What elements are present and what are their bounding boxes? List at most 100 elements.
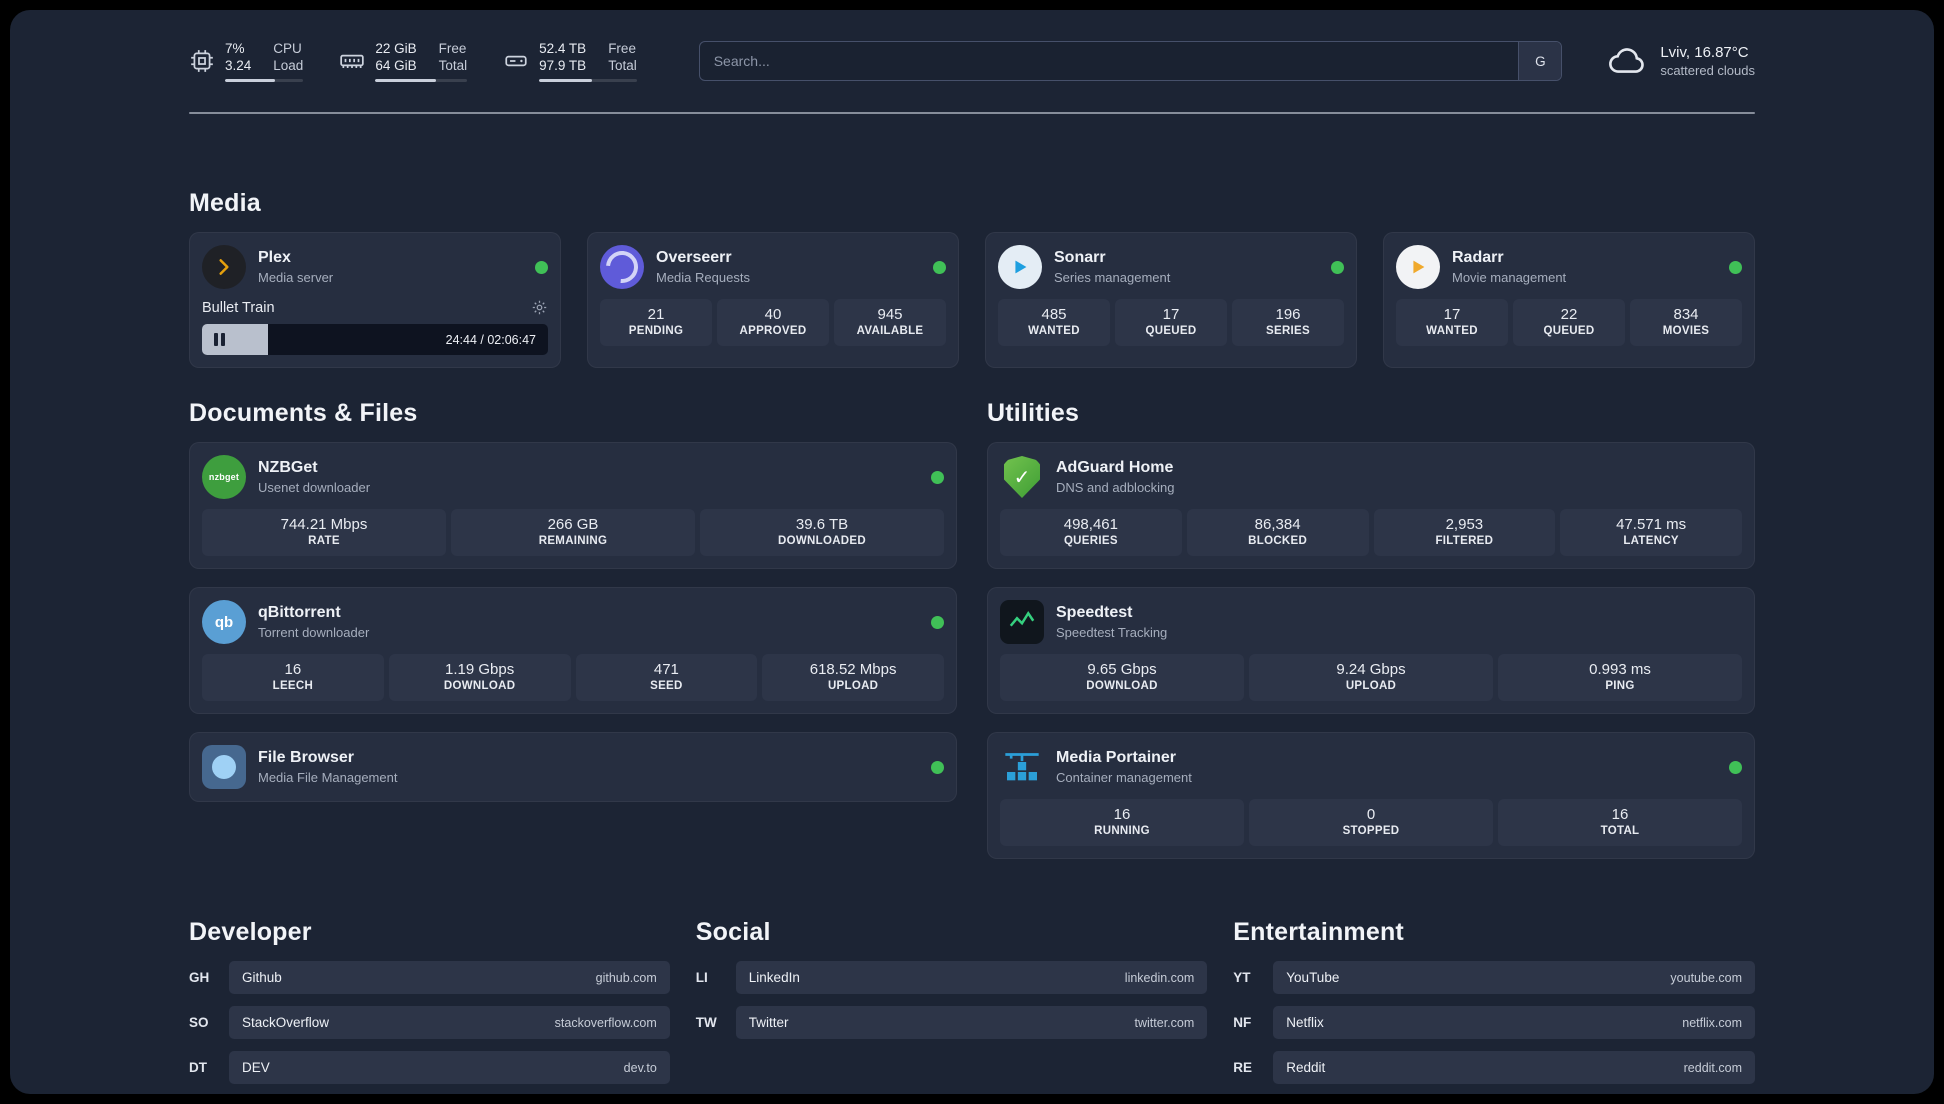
section-title-utilities: Utilities <box>987 399 1080 427</box>
stat-label: SERIES <box>1266 325 1310 337</box>
stat-label: PING <box>1605 680 1635 692</box>
stat-value: 1.19 Gbps <box>445 661 515 678</box>
stat-value: 0.993 ms <box>1589 661 1651 678</box>
pause-button[interactable] <box>214 333 225 346</box>
app-card-adguard: ✓ AdGuard Home DNS and adblocking 498,46… <box>987 442 1755 569</box>
section-media: Media Plex Media server Bullet Train 24:… <box>189 186 1755 368</box>
app-link-overseerr[interactable]: Overseerr Media Requests <box>600 245 946 289</box>
app-subtitle: Series management <box>1054 270 1171 285</box>
status-dot <box>931 615 944 629</box>
app-link-radarr[interactable]: Radarr Movie management <box>1396 245 1742 289</box>
bookmark-group-developer: Developer GH Github github.com SO StackO… <box>189 915 670 1094</box>
app-card-plex: Plex Media server Bullet Train 24:44 / 0… <box>189 232 561 368</box>
status-dot <box>1331 260 1344 274</box>
bookmark-dev[interactable]: DT DEV dev.to <box>189 1051 670 1084</box>
bookmark-github[interactable]: GH Github github.com <box>189 961 670 994</box>
bookmark-url: youtube.com <box>1670 970 1742 985</box>
app-subtitle: Movie management <box>1452 270 1567 285</box>
stat-pending: 21 PENDING <box>600 299 712 346</box>
stat-leech: 16 LEECH <box>202 654 384 701</box>
seek-bar[interactable]: 24:44 / 02:06:47 <box>202 324 548 355</box>
bookmark-abbr: DT <box>189 1060 207 1075</box>
ram-free-value: 22 GiB <box>375 41 417 56</box>
ram-progress-bar <box>375 79 468 82</box>
app-subtitle: Container management <box>1056 770 1192 785</box>
bookmark-abbr: YT <box>1233 970 1251 985</box>
search-engine-button[interactable]: G <box>1518 42 1562 80</box>
stat-queued: 17 QUEUED <box>1115 299 1227 346</box>
stat-label: LATENCY <box>1623 535 1679 547</box>
app-name: Speedtest <box>1056 604 1133 621</box>
bookmark-url: stackoverflow.com <box>554 1015 657 1030</box>
disk-progress-bar <box>539 79 637 82</box>
gear-icon[interactable] <box>531 299 548 316</box>
bookmark-name: Netflix <box>1286 1015 1324 1030</box>
bookmark-pill: Reddit reddit.com <box>1273 1051 1755 1084</box>
bookmark-twitter[interactable]: TW Twitter twitter.com <box>696 1006 1208 1039</box>
dashboard-root: 7% 3.24 CPU Load 22 GiB 64 GiB Free Tota… <box>10 10 1934 1094</box>
stat-label: BLOCKED <box>1248 535 1308 547</box>
app-name: File Browser <box>258 749 355 766</box>
app-subtitle: Speedtest Tracking <box>1056 625 1168 640</box>
app-link-plex[interactable]: Plex Media server <box>202 245 548 289</box>
stat-label: AVAILABLE <box>856 325 924 337</box>
section-title-entertainment: Entertainment <box>1233 918 1404 946</box>
stat-rate: 744.21 Mbps RATE <box>202 509 446 556</box>
stat-label: TOTAL <box>1600 825 1640 837</box>
stat-download: 9.65 Gbps DOWNLOAD <box>1000 654 1244 701</box>
weather-widget: Lviv, 16.87°C scattered clouds <box>1606 40 1755 82</box>
app-link-filebrowser[interactable]: File Browser Media File Management <box>202 745 944 789</box>
app-link-speedtest[interactable]: Speedtest Speedtest Tracking <box>1000 600 1742 644</box>
weather-location: Lviv, 16.87°C <box>1660 44 1749 61</box>
status-dot <box>1729 260 1742 274</box>
bookmark-stackoverflow[interactable]: SO StackOverflow stackoverflow.com <box>189 1006 670 1039</box>
stat-remaining: 266 GB REMAINING <box>451 509 695 556</box>
app-card-filebrowser: File Browser Media File Management <box>189 732 957 802</box>
app-subtitle: DNS and adblocking <box>1056 480 1175 495</box>
bookmark-youtube[interactable]: YT YouTube youtube.com <box>1233 961 1755 994</box>
app-link-nzbget[interactable]: nzbget NZBGet Usenet downloader <box>202 455 944 499</box>
app-subtitle: Media File Management <box>258 770 398 785</box>
stat-label: MOVIES <box>1662 325 1710 337</box>
stat-value: 21 <box>647 306 665 323</box>
app-link-adguard[interactable]: ✓ AdGuard Home DNS and adblocking <box>1000 455 1742 499</box>
bookmark-pill: Twitter twitter.com <box>735 1006 1208 1039</box>
stat-series: 196 SERIES <box>1232 299 1344 346</box>
stat-value: 40 <box>764 306 782 323</box>
app-link-sonarr[interactable]: Sonarr Series management <box>998 245 1344 289</box>
bookmark-linkedin[interactable]: LI LinkedIn linkedin.com <box>696 961 1208 994</box>
stat-queued: 22 QUEUED <box>1513 299 1625 346</box>
ram-label-bottom: Total <box>438 58 468 73</box>
top-bar: 7% 3.24 CPU Load 22 GiB 64 GiB Free Tota… <box>189 40 1755 82</box>
stat-value: 945 <box>877 306 903 323</box>
stat-wanted: 17 WANTED <box>1396 299 1508 346</box>
stat-value: 9.65 Gbps <box>1087 661 1157 678</box>
app-card-radarr: Radarr Movie management 17 WANTED 22 QUE… <box>1383 232 1755 368</box>
now-playing-title: Bullet Train <box>202 299 275 316</box>
stat-queries: 498,461 QUERIES <box>1000 509 1182 556</box>
stat-value: 22 <box>1560 306 1578 323</box>
stat-running: 16 RUNNING <box>1000 799 1244 846</box>
bookmark-abbr: SO <box>189 1015 209 1030</box>
stat-label: QUEUED <box>1543 325 1595 337</box>
app-card-nzbget: nzbget NZBGet Usenet downloader 744.21 M… <box>189 442 957 569</box>
stat-stopped: 0 STOPPED <box>1249 799 1493 846</box>
stat-label: LEECH <box>272 680 314 692</box>
search-input[interactable] <box>699 42 1519 80</box>
cpu-label-bottom: Load <box>273 58 304 73</box>
section-documents: Documents & Files nzbget NZBGet Usenet d… <box>189 396 957 802</box>
app-name: Plex <box>258 249 291 266</box>
bookmark-url: github.com <box>595 970 657 985</box>
app-link-qbittorrent[interactable]: qb qBittorrent Torrent downloader <box>202 600 944 644</box>
bookmark-reddit[interactable]: RE Reddit reddit.com <box>1233 1051 1755 1084</box>
bookmark-netflix[interactable]: NF Netflix netflix.com <box>1233 1006 1755 1039</box>
stat-label: APPROVED <box>739 325 807 337</box>
ram-widget: 22 GiB 64 GiB Free Total <box>339 40 468 82</box>
app-subtitle: Torrent downloader <box>258 625 370 640</box>
bookmark-pill: Netflix netflix.com <box>1273 1006 1755 1039</box>
bookmark-name: DEV <box>242 1060 270 1075</box>
stat-label: WANTED <box>1426 325 1478 337</box>
stat-value: 17 <box>1443 306 1461 323</box>
app-link-portainer[interactable]: Media Portainer Container management <box>1000 745 1742 789</box>
stat-seed: 471 SEED <box>575 654 758 701</box>
